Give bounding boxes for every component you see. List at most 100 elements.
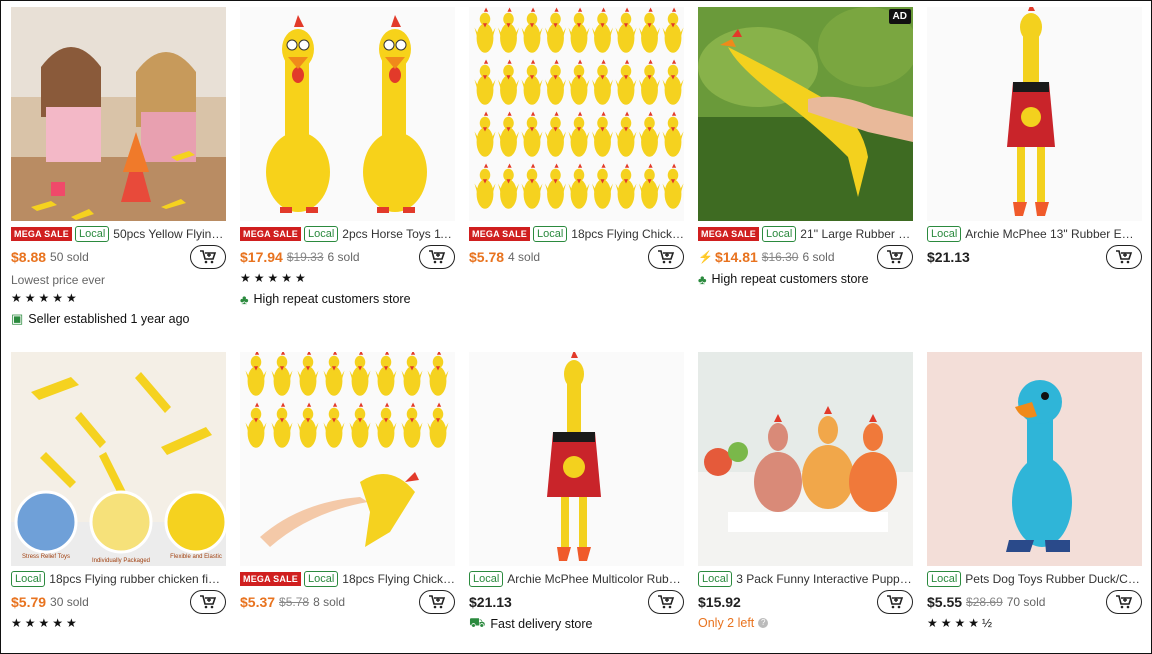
cart-icon [200, 595, 217, 609]
individually-packaged-label: Individually Packaged [92, 558, 150, 564]
product-image[interactable] [11, 7, 226, 221]
original-price: $28.69 [966, 595, 1003, 609]
star-rating: ★★★★★ [11, 291, 80, 305]
store-badge: ♣ High repeat customers store [698, 271, 869, 287]
add-to-cart-button[interactable] [648, 590, 684, 614]
product-image[interactable] [240, 352, 455, 566]
store-badge: ♣ High repeat customers store [240, 291, 411, 307]
add-to-cart-button[interactable] [648, 245, 684, 269]
local-badge: Local [74, 226, 110, 242]
cart-icon [1116, 250, 1133, 264]
cart-icon [887, 250, 904, 264]
product-price: $5.78 [469, 249, 505, 265]
cart-icon [658, 250, 675, 264]
original-price: $19.33 [286, 250, 324, 264]
sold-count: 30 sold [50, 595, 89, 609]
cart-icon [658, 595, 675, 609]
product-title[interactable]: 18pcs Flying Chicken ... [571, 227, 684, 241]
product-image[interactable] [469, 7, 684, 221]
product-card[interactable]: Local 3 Pack Funny Interactive Puppy ...… [698, 352, 913, 652]
cart-icon [200, 250, 217, 264]
product-price: $14.81 [714, 249, 758, 265]
local-badge: Local [303, 226, 339, 242]
add-to-cart-button[interactable] [190, 245, 226, 269]
product-title[interactable]: Archie McPhee 13" Rubber Emoti... [965, 227, 1142, 241]
product-price: $5.79 [11, 594, 47, 610]
product-price: $8.88 [11, 249, 47, 265]
mega-sale-badge: MEGA SALE [240, 227, 301, 241]
add-to-cart-button[interactable] [419, 245, 455, 269]
product-price: $17.94 [240, 249, 283, 265]
info-icon[interactable]: ? [758, 618, 769, 628]
flexible-elastic-label: Flexible and Elastic [170, 554, 222, 560]
original-price: $5.78 [279, 595, 310, 609]
price-note: Lowest price ever [11, 273, 106, 287]
add-to-cart-button[interactable] [1106, 245, 1142, 269]
mega-sale-badge: MEGA SALE [11, 227, 72, 241]
product-image[interactable] [469, 352, 684, 566]
product-card[interactable]: Local Pets Dog Toys Rubber Duck/Chic... … [927, 352, 1142, 652]
stress-relief-label: Stress Relief Toys [22, 554, 70, 560]
product-title[interactable]: 3 Pack Funny Interactive Puppy ... [736, 572, 913, 586]
cart-icon [887, 595, 904, 609]
product-image[interactable] [927, 7, 1142, 221]
add-to-cart-button[interactable] [419, 590, 455, 614]
product-price: $21.13 [469, 594, 512, 610]
sold-count: 50 sold [50, 250, 89, 264]
local-badge: Local [927, 226, 962, 242]
product-image[interactable] [698, 352, 913, 566]
cart-icon [429, 250, 446, 264]
product-card[interactable]: MEGA SALE Local 50pcs Yellow Flying C...… [11, 7, 226, 352]
product-image[interactable] [927, 352, 1142, 566]
add-to-cart-button[interactable] [877, 245, 913, 269]
product-image[interactable]: AD [698, 7, 913, 221]
product-card[interactable]: AD MEGA SALE Local 21'' Large Rubber Chi… [698, 7, 913, 352]
local-badge: Local [698, 571, 733, 587]
truck-icon: ⛟ [469, 615, 486, 630]
product-image[interactable]: Stress Relief Toys Individually Packaged… [11, 352, 226, 566]
repeat-customers-icon: ♣ [698, 271, 707, 287]
lightning-icon: ⚡ [698, 250, 713, 264]
cart-icon [1116, 595, 1133, 609]
local-badge: Local [761, 226, 797, 242]
add-to-cart-button[interactable] [1106, 590, 1142, 614]
ad-label: AD [888, 9, 911, 24]
product-price: $15.92 [698, 594, 741, 610]
product-grid: MEGA SALE Local 50pcs Yellow Flying C...… [11, 7, 1142, 652]
star-rating: ★★★★★ [11, 616, 80, 630]
seller-icon: ▣ [11, 311, 24, 326]
seller-badge: ▣ Seller established 1 year ago [11, 311, 190, 326]
add-to-cart-button[interactable] [190, 590, 226, 614]
product-card[interactable]: Local Archie McPhee Multicolor Rubbe... … [469, 352, 684, 652]
product-title[interactable]: Pets Dog Toys Rubber Duck/Chic... [965, 572, 1142, 586]
local-badge: Local [927, 571, 962, 587]
product-title[interactable]: 50pcs Yellow Flying C... [113, 227, 226, 241]
mega-sale-badge: MEGA SALE [240, 572, 301, 586]
product-image[interactable] [240, 7, 455, 221]
local-badge: Local [11, 571, 46, 587]
star-rating: ★★★★½ [927, 616, 996, 630]
product-title[interactable]: Archie McPhee Multicolor Rubbe... [507, 572, 684, 586]
product-card[interactable]: MEGA SALE Local 2pcs Horse Toys 11 Inc..… [240, 7, 455, 352]
star-rating: ★★★★★ [240, 271, 309, 285]
repeat-customers-icon: ♣ [240, 291, 249, 307]
cart-icon [429, 595, 446, 609]
product-title[interactable]: 21'' Large Rubber Chic... [800, 227, 913, 241]
product-title[interactable]: 18pcs Flying Chicken ... [342, 572, 455, 586]
local-badge: Local [303, 571, 339, 587]
sold-count: 6 sold [327, 250, 360, 264]
product-card[interactable]: MEGA SALE Local 18pcs Flying Chicken ...… [469, 7, 684, 352]
mega-sale-badge: MEGA SALE [698, 227, 759, 241]
sold-count: 6 sold [802, 250, 835, 264]
local-badge: Local [532, 226, 568, 242]
add-to-cart-button[interactable] [877, 590, 913, 614]
product-card[interactable]: MEGA SALE Local 18pcs Flying Chicken ...… [240, 352, 455, 652]
store-badge: ⛟ Fast delivery store [469, 615, 593, 631]
product-title[interactable]: 2pcs Horse Toys 11 Inc... [342, 227, 455, 241]
product-price: $5.37 [240, 594, 276, 610]
product-price: $21.13 [927, 249, 970, 265]
product-price: $5.55 [927, 594, 963, 610]
product-title[interactable]: 18pcs Flying rubber chicken fing... [49, 572, 226, 586]
product-card[interactable]: Stress Relief Toys Individually Packaged… [11, 352, 226, 652]
product-card[interactable]: Local Archie McPhee 13" Rubber Emoti... … [927, 7, 1142, 352]
